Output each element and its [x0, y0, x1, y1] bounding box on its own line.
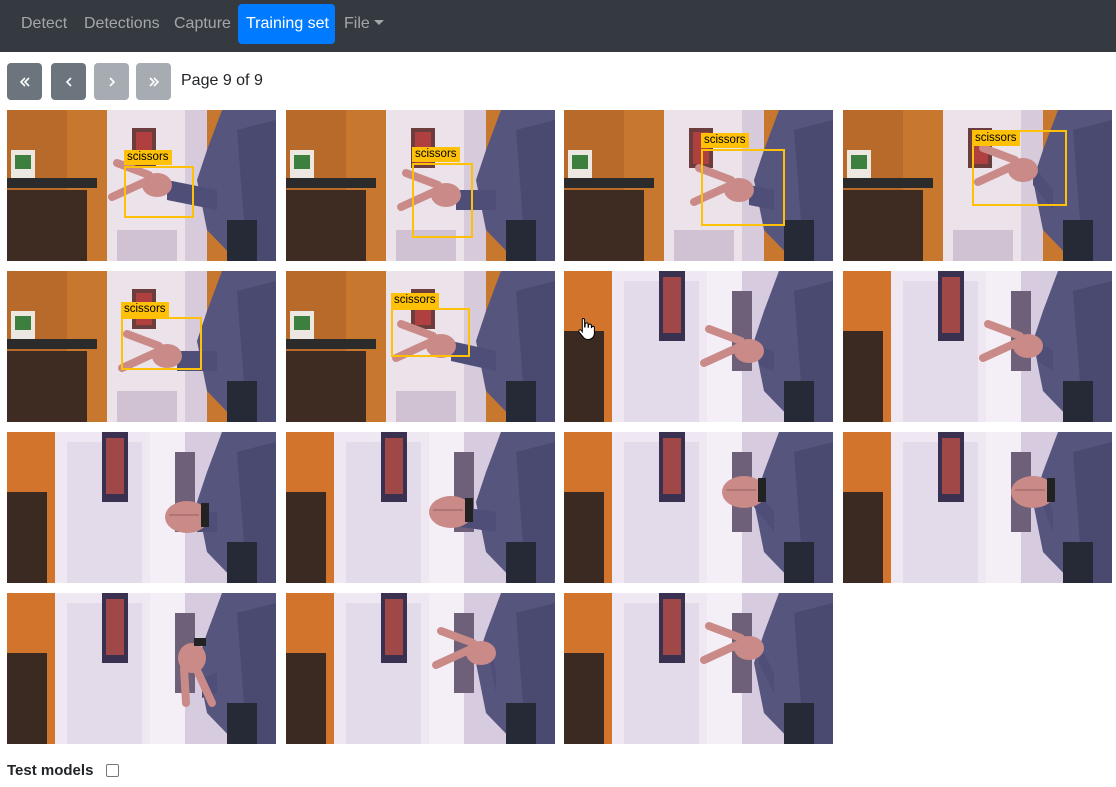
prev-page-button[interactable] [51, 63, 86, 100]
bounding-box [124, 166, 194, 218]
chevron-right-icon [108, 76, 115, 87]
training-photo [564, 271, 833, 422]
nav-detections[interactable]: Detections [76, 4, 168, 44]
training-image-thumbnail[interactable] [286, 432, 555, 583]
training-photo [7, 593, 276, 744]
navbar: Detect Detections Capture Training set F… [0, 0, 1116, 52]
bounding-box-label: scissors [124, 150, 172, 165]
bounding-box-label: scissors [391, 293, 439, 308]
bounding-box [391, 308, 470, 357]
training-photo [7, 432, 276, 583]
nav-capture[interactable]: Capture [166, 4, 239, 44]
training-photo [843, 271, 1112, 422]
nav-detect[interactable]: Detect [13, 4, 75, 44]
caret-down-icon [373, 20, 384, 25]
training-image-thumbnail[interactable]: scissors [286, 110, 555, 261]
bounding-box-label: scissors [972, 131, 1020, 146]
training-image-thumbnail[interactable] [843, 432, 1112, 583]
nav-file-dropdown[interactable]: File [336, 4, 392, 44]
hand-cursor-icon [578, 317, 595, 341]
training-image-thumbnail[interactable] [564, 593, 833, 744]
bounding-box [701, 149, 785, 226]
nav-training-set[interactable]: Training set [238, 4, 335, 44]
training-photo [286, 593, 555, 744]
first-page-button[interactable] [7, 63, 42, 100]
nav-file-label: File [344, 15, 370, 32]
training-image-thumbnail[interactable]: scissors [286, 271, 555, 422]
double-chevron-left-icon [19, 76, 30, 87]
bounding-box-label: scissors [121, 302, 169, 317]
double-chevron-right-icon [148, 76, 159, 87]
training-image-thumbnail[interactable]: scissors [7, 271, 276, 422]
training-image-thumbnail[interactable]: scissors [7, 110, 276, 261]
training-photo [843, 432, 1112, 583]
bounding-box [121, 317, 202, 370]
bounding-box-label: scissors [412, 147, 460, 162]
training-image-thumbnail[interactable]: scissors [843, 110, 1112, 261]
test-models-checkbox[interactable] [106, 764, 119, 777]
chevron-left-icon [65, 76, 72, 87]
training-image-thumbnail[interactable] [286, 593, 555, 744]
training-photo [286, 432, 555, 583]
test-models-label: Test models [7, 762, 94, 779]
training-photo [564, 432, 833, 583]
training-image-thumbnail[interactable] [564, 271, 833, 422]
last-page-button[interactable] [136, 63, 171, 100]
page-indicator: Page 9 of 9 [181, 72, 263, 89]
bounding-box [412, 163, 473, 238]
training-image-thumbnail[interactable] [7, 432, 276, 583]
training-image-thumbnail[interactable]: scissors [564, 110, 833, 261]
training-image-thumbnail[interactable] [7, 593, 276, 744]
training-photo [564, 593, 833, 744]
bounding-box-label: scissors [701, 133, 749, 148]
training-image-thumbnail[interactable] [843, 271, 1112, 422]
next-page-button[interactable] [94, 63, 129, 100]
training-photo [564, 110, 833, 261]
training-image-thumbnail[interactable] [564, 432, 833, 583]
